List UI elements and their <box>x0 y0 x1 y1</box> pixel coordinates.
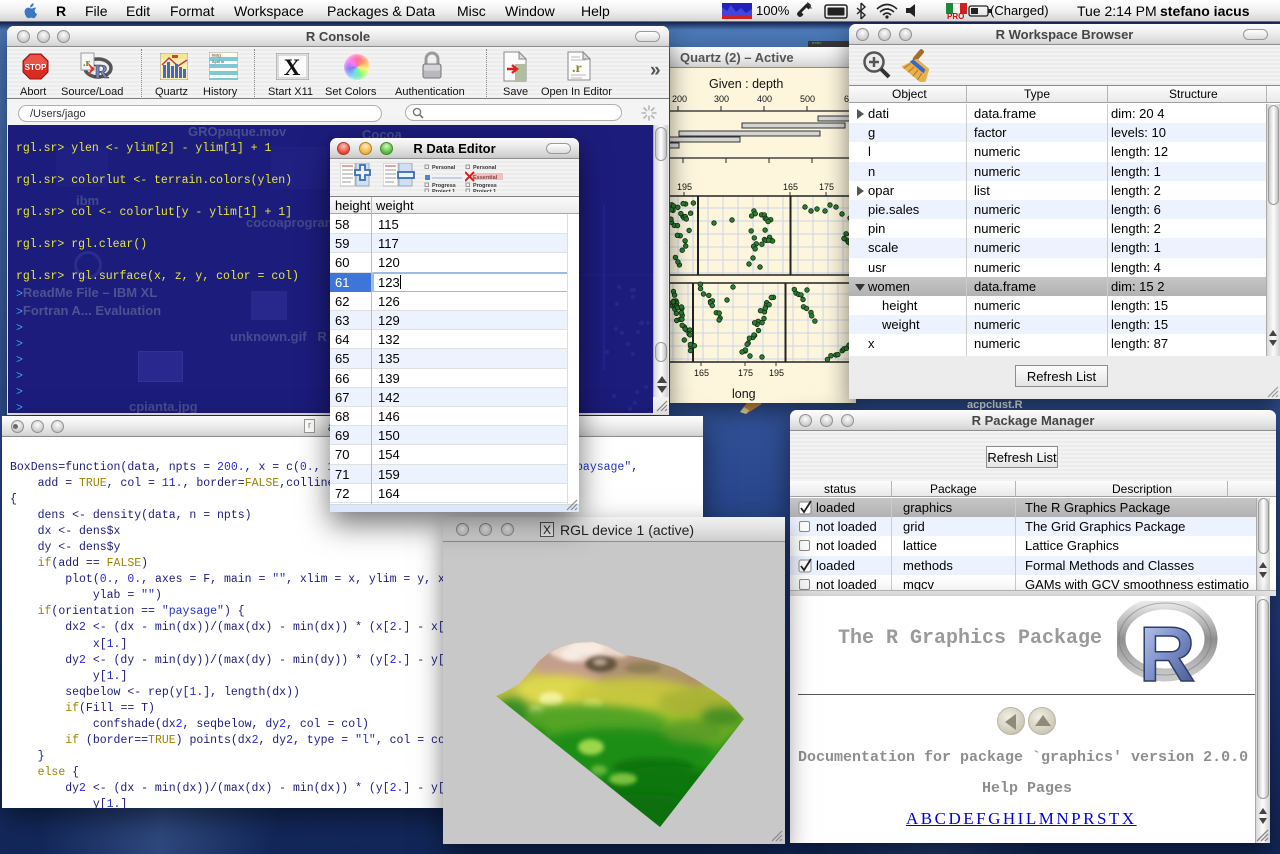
svg-text:April in: April in <box>212 59 224 64</box>
svg-text:R: R <box>1139 610 1195 687</box>
svg-text:Personal: Personal <box>432 165 456 171</box>
svg-text:175: 175 <box>819 182 834 192</box>
svg-text:Personal: Personal <box>473 165 497 171</box>
svg-text:175: 175 <box>738 368 753 378</box>
svg-text:195: 195 <box>677 182 692 192</box>
svg-text:Essential: Essential <box>473 175 498 181</box>
svg-text:300: 300 <box>714 94 729 104</box>
svg-text:200: 200 <box>672 94 687 104</box>
svg-text:Project 1: Project 1 <box>432 189 455 192</box>
svg-text:R: R <box>94 61 109 81</box>
svg-text:Project 1: Project 1 <box>473 189 496 192</box>
svg-text:long: long <box>732 387 756 401</box>
svg-text:.r: .r <box>572 61 582 76</box>
svg-text:.r: .r <box>83 58 91 69</box>
svg-text:165: 165 <box>783 182 798 192</box>
svg-text:X: X <box>284 55 301 80</box>
svg-text:165: 165 <box>694 368 709 378</box>
svg-text:hist(): hist() <box>212 53 222 58</box>
svg-text:195: 195 <box>769 368 784 378</box>
svg-text:500: 500 <box>800 94 815 104</box>
svg-text:Given : depth: Given : depth <box>709 77 783 91</box>
svg-text:400: 400 <box>757 94 772 104</box>
svg-text:STOP: STOP <box>25 63 47 72</box>
